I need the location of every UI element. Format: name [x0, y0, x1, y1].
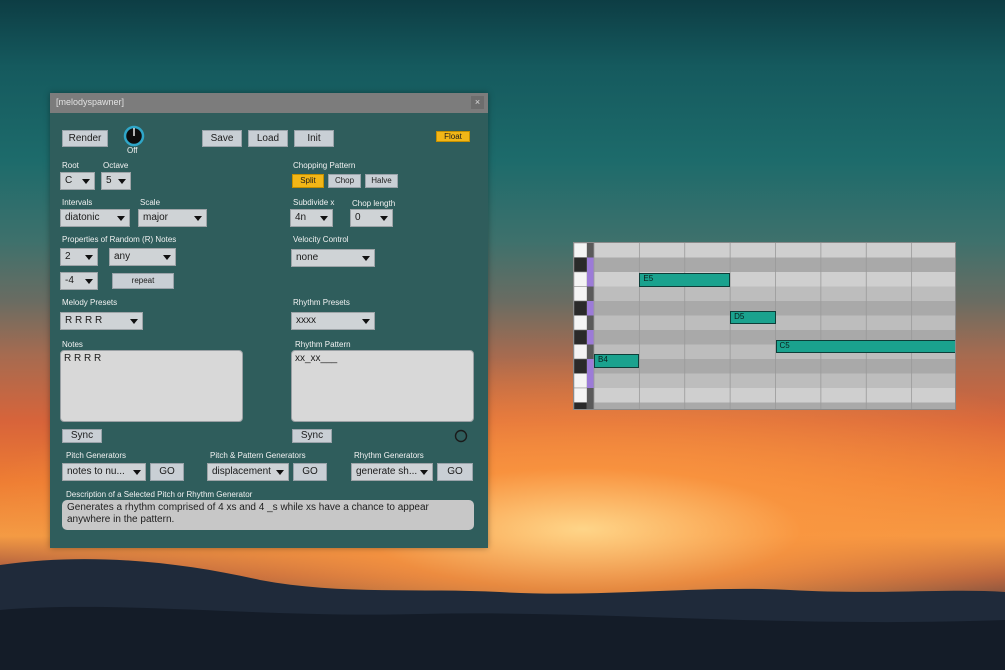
chevron-down-icon	[117, 216, 125, 221]
pitch-pattern-go-button[interactable]: GO	[293, 463, 327, 481]
description-label: Description of a Selected Pitch or Rhyth…	[66, 490, 253, 499]
random-props-label: Properties of Random (R) Notes	[62, 235, 177, 244]
octave-dropdown[interactable]: 5	[101, 172, 131, 190]
rhythm-generators-value: generate sh...	[356, 466, 418, 477]
chevron-down-icon	[133, 470, 141, 475]
rhythm-presets-dropdown[interactable]: xxxx	[291, 312, 375, 330]
halve-toggle[interactable]: Halve	[365, 174, 398, 188]
note-d5[interactable]: D5	[730, 310, 776, 325]
init-button[interactable]: Init	[294, 130, 334, 147]
root-label: Root	[62, 161, 79, 170]
chevron-down-icon	[362, 319, 370, 324]
melodyspawner-window: [melodyspawner] × Render Off Save Load I…	[50, 93, 488, 548]
pitch-generators-value: notes to nu...	[67, 466, 125, 477]
pitch-generators-dropdown[interactable]: notes to nu...	[62, 463, 146, 481]
chopping-label: Chopping Pattern	[293, 161, 356, 170]
chop-length-value: 0	[355, 212, 361, 223]
description-text: Generates a rhythm comprised of 4 xs and…	[62, 500, 474, 530]
random-offset-value: -4	[65, 275, 74, 286]
root-dropdown[interactable]: C	[60, 172, 95, 190]
close-button[interactable]: ×	[471, 96, 484, 109]
intervals-dropdown[interactable]: diatonic	[60, 209, 130, 227]
note-b4[interactable]: B4	[594, 354, 640, 368]
notes-label: Notes	[62, 340, 83, 349]
piano-roll-grid	[574, 243, 955, 409]
velocity-value: none	[296, 252, 319, 263]
melody-presets-label: Melody Presets	[62, 298, 118, 307]
root-value: C	[65, 175, 73, 186]
pitch-pattern-generators-label: Pitch & Pattern Generators	[210, 451, 306, 460]
chevron-down-icon	[320, 216, 328, 221]
octave-label: Octave	[103, 161, 129, 170]
notes-sync-button[interactable]: Sync	[62, 429, 102, 443]
intervals-label: Intervals	[62, 198, 93, 207]
melody-presets-value: R R R R	[65, 315, 103, 326]
chevron-down-icon	[118, 179, 126, 184]
window-title: [melodyspawner]	[56, 97, 125, 107]
status-indicator-icon	[454, 429, 468, 443]
random-mode-value: any	[114, 251, 131, 262]
chevron-down-icon	[85, 255, 93, 260]
rhythm-generators-dropdown[interactable]: generate sh...	[351, 463, 433, 481]
render-dial[interactable]	[122, 124, 146, 148]
dial-value: Off	[127, 146, 138, 155]
scale-dropdown[interactable]: major	[138, 209, 207, 227]
rhythm-go-button[interactable]: GO	[437, 463, 473, 481]
pitch-pattern-generators-value: displacement	[212, 466, 271, 477]
chop-length-label: Chop length	[352, 199, 396, 208]
chop-toggle[interactable]: Chop	[328, 174, 361, 188]
chevron-down-icon	[85, 279, 93, 284]
velocity-dropdown[interactable]: none	[291, 249, 375, 267]
rhythm-pattern-textarea[interactable]: xx_xx___	[291, 350, 474, 422]
rhythm-presets-label: Rhythm Presets	[293, 298, 350, 307]
rhythm-sync-button[interactable]: Sync	[292, 429, 332, 443]
pitch-generators-label: Pitch Generators	[66, 451, 127, 460]
octave-value: 5	[106, 175, 112, 186]
melody-presets-dropdown[interactable]: R R R R	[60, 312, 143, 330]
chevron-down-icon	[194, 216, 202, 221]
chevron-down-icon	[380, 216, 388, 221]
scale-value: major	[143, 212, 169, 223]
random-count-dropdown[interactable]: 2	[60, 248, 98, 266]
save-button[interactable]: Save	[202, 130, 242, 147]
load-button[interactable]: Load	[248, 130, 288, 147]
subdivide-value: 4n	[295, 212, 307, 223]
chevron-down-icon	[362, 256, 370, 261]
random-count-value: 2	[65, 251, 71, 262]
rhythm-presets-value: xxxx	[296, 315, 316, 326]
split-toggle[interactable]: Split	[292, 174, 324, 188]
scale-label: Scale	[140, 198, 161, 207]
pitch-pattern-generators-dropdown[interactable]: displacement	[207, 463, 289, 481]
random-offset-dropdown[interactable]: -4	[60, 272, 98, 290]
random-mode-dropdown[interactable]: any	[109, 248, 176, 266]
piano-roll[interactable]: E5 D5 C5 B4	[573, 242, 956, 410]
rhythm-generators-label: Rhythm Generators	[354, 451, 424, 460]
note-c5[interactable]: C5	[775, 339, 955, 354]
chevron-down-icon	[420, 470, 428, 475]
chevron-down-icon	[82, 179, 90, 184]
subdivide-label: Subdivide x	[293, 198, 335, 207]
float-toggle[interactable]: Float	[436, 131, 470, 142]
rhythm-pattern-label: Rhythm Pattern	[295, 340, 351, 349]
mountain-silhouette	[0, 559, 1005, 670]
intervals-value: diatonic	[65, 212, 100, 223]
title-bar: [melodyspawner] ×	[50, 93, 488, 113]
chop-length-dropdown[interactable]: 0	[350, 209, 393, 227]
pitch-go-button[interactable]: GO	[150, 463, 184, 481]
render-button[interactable]: Render	[62, 130, 108, 147]
notes-textarea[interactable]: R R R R	[60, 350, 243, 422]
velocity-label: Velocity Control	[293, 235, 349, 244]
chevron-down-icon	[276, 470, 284, 475]
note-e5[interactable]: E5	[639, 273, 731, 287]
subdivide-dropdown[interactable]: 4n	[290, 209, 333, 227]
chevron-down-icon	[130, 319, 138, 324]
repeat-button[interactable]: repeat	[112, 273, 174, 289]
chevron-down-icon	[163, 255, 171, 260]
